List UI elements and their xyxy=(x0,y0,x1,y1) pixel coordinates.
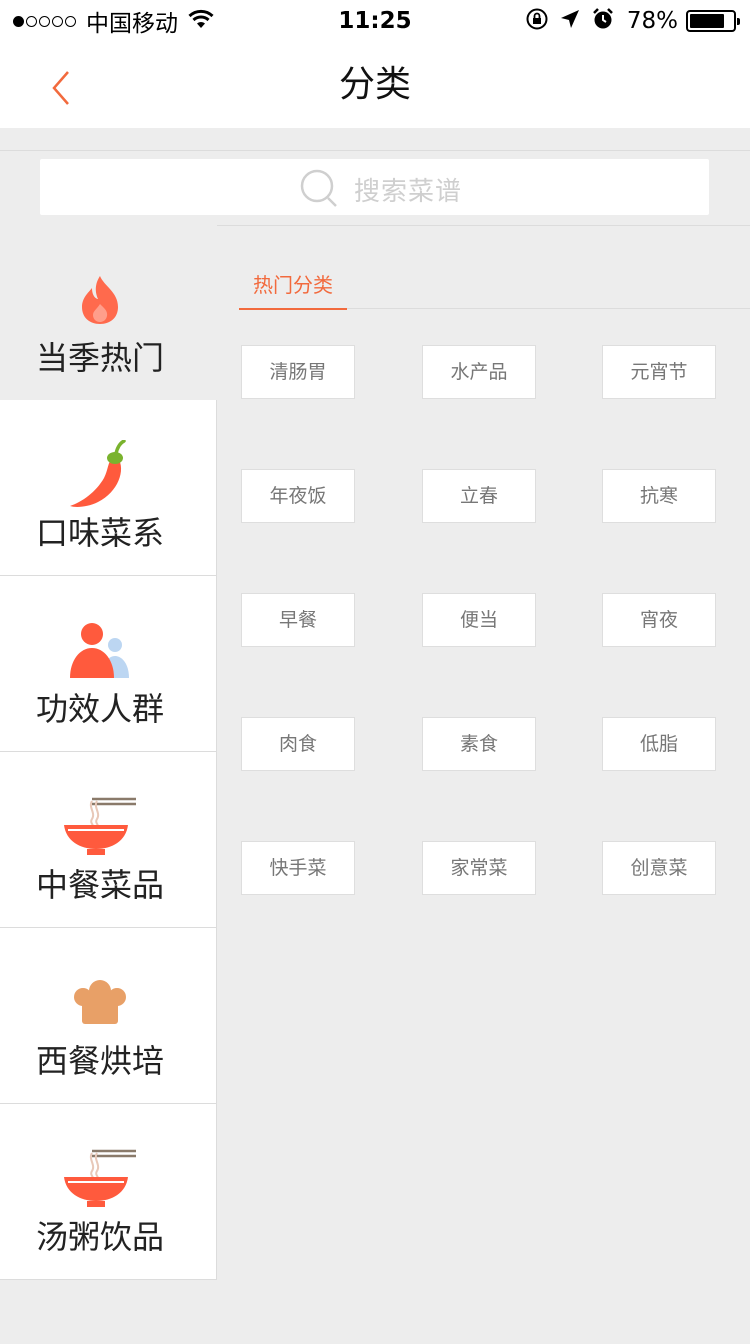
tag-button[interactable]: 素食 xyxy=(422,717,536,771)
tag-button[interactable]: 水产品 xyxy=(422,345,536,399)
tab-strip: 热门分类 xyxy=(239,270,750,310)
page-title: 分类 xyxy=(338,64,411,105)
nav-bar: 分类 xyxy=(0,42,750,128)
tag-button[interactable]: 低脂 xyxy=(602,717,716,771)
sidebar-item-taste-cuisine[interactable]: 口味菜系 xyxy=(0,400,217,576)
tag-button[interactable]: 创意菜 xyxy=(602,841,716,895)
battery-icon xyxy=(686,10,740,32)
sidebar-item-soup-drinks[interactable]: 汤粥饮品 xyxy=(0,1104,217,1280)
location-arrow-icon xyxy=(549,8,581,34)
sidebar-item-western-baking[interactable]: 西餐烘培 xyxy=(0,928,217,1104)
sidebar-item-label: 西餐烘培 xyxy=(35,1042,164,1080)
tag-button[interactable]: 快手菜 xyxy=(241,841,355,895)
tag-button[interactable]: 年夜饭 xyxy=(241,469,355,523)
sidebar-item-label: 汤粥饮品 xyxy=(35,1218,164,1256)
tag-button[interactable]: 清肠胃 xyxy=(241,345,355,399)
sidebar-item-label: 当季热门 xyxy=(35,339,164,377)
search-icon xyxy=(300,169,337,207)
tag-button[interactable]: 早餐 xyxy=(241,593,355,647)
noodle-bowl-icon xyxy=(0,792,200,862)
tag-button[interactable]: 立春 xyxy=(422,469,536,523)
search-input[interactable]: 搜索菜谱 xyxy=(40,159,709,215)
tag-button[interactable]: 家常菜 xyxy=(422,841,536,895)
chili-pepper-icon xyxy=(0,440,200,510)
soup-bowl-icon xyxy=(0,1144,200,1214)
status-right: 78% xyxy=(515,6,740,36)
tag-button[interactable]: 肉食 xyxy=(241,717,355,771)
search-bar: 搜索菜谱 xyxy=(0,150,750,226)
sidebar-item-seasonal-hot[interactable]: 当季热门 xyxy=(0,225,217,400)
flame-icon xyxy=(0,265,200,335)
sidebar-item-label: 中餐菜品 xyxy=(35,866,164,904)
sidebar-item-chinese-dishes[interactable]: 中餐菜品 xyxy=(0,752,217,928)
search-placeholder: 搜索菜谱 xyxy=(354,176,463,207)
rotation-lock-icon xyxy=(515,7,549,35)
tag-button[interactable]: 元宵节 xyxy=(602,345,716,399)
tag-button[interactable]: 抗寒 xyxy=(602,469,716,523)
status-bar: 中国移动 11:25 78% xyxy=(0,0,750,42)
battery-percent: 78% xyxy=(626,8,678,34)
chef-hat-icon xyxy=(0,968,200,1038)
people-icon xyxy=(0,616,200,686)
tab-hot-categories[interactable]: 热门分类 xyxy=(239,270,347,310)
sidebar-item-label: 口味菜系 xyxy=(35,514,164,552)
sidebar-item-effect-people[interactable]: 功效人群 xyxy=(0,576,217,752)
tag-button[interactable]: 宵夜 xyxy=(602,593,716,647)
category-sidebar: 当季热门 口味菜系 功效人群 中餐菜品 西餐烘培 汤粥饮品 xyxy=(0,225,217,1280)
alarm-icon xyxy=(581,7,615,35)
tag-button[interactable]: 便当 xyxy=(422,593,536,647)
sidebar-item-label: 功效人群 xyxy=(35,690,164,728)
